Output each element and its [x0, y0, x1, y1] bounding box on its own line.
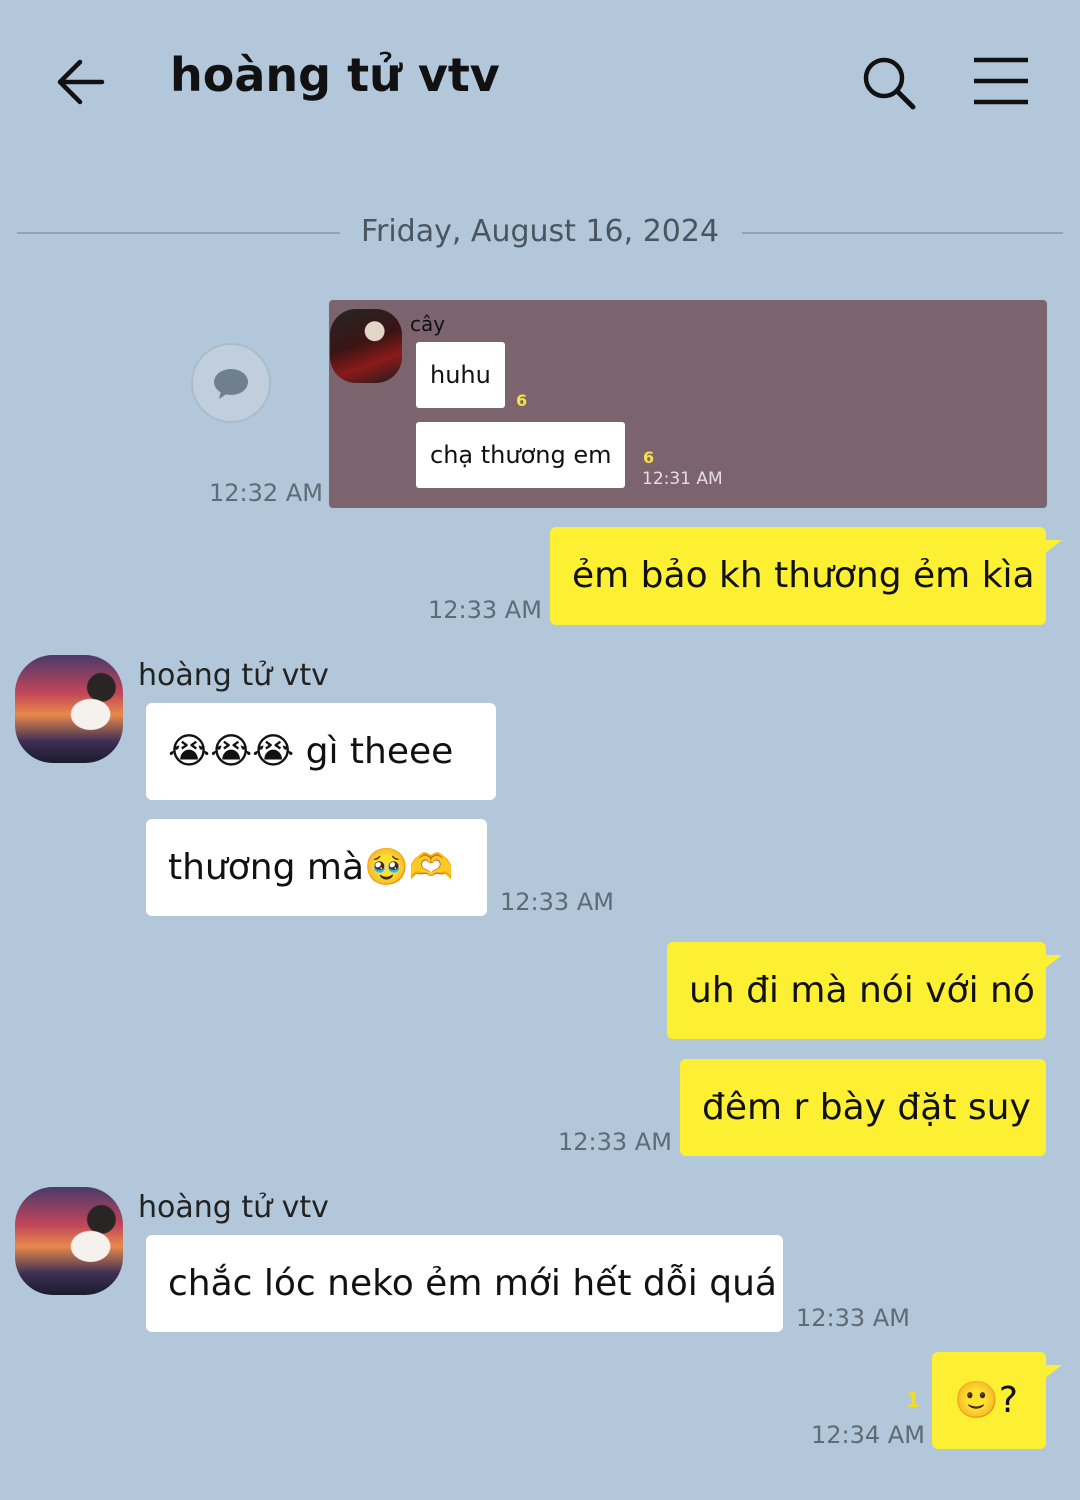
chat-title: hoàng tử vtv	[170, 48, 500, 102]
unread-count: 1	[906, 1388, 920, 1412]
search-icon	[863, 57, 916, 110]
forwarded-bubble[interactable]: chạ thương em	[416, 422, 626, 488]
their-message-bubble[interactable]: 😭😭😭 gì theee	[146, 703, 496, 800]
forwarded-bubble[interactable]: huhu	[416, 342, 505, 408]
my-message-bubble[interactable]: ẻm bảo kh thương ẻm kìa	[550, 527, 1046, 625]
menu-icon	[974, 57, 1028, 105]
divider-left	[17, 232, 340, 234]
timestamp: 12:33 AM	[558, 1128, 672, 1156]
share-button[interactable]	[191, 343, 271, 423]
their-message-bubble[interactable]: thương mà🥹🫶	[146, 819, 487, 916]
chat-bubble-icon	[214, 369, 248, 399]
timestamp: 12:33 AM	[428, 596, 542, 624]
divider-right	[742, 232, 1063, 234]
timestamp: 12:34 AM	[811, 1421, 925, 1449]
my-message-bubble[interactable]: uh đi mà nói với nó	[667, 942, 1046, 1039]
menu-button[interactable]	[970, 56, 1032, 108]
sender-name: hoàng tử vtv	[138, 1190, 329, 1225]
bubble-tail	[1044, 955, 1062, 969]
bubble-tail	[1044, 1365, 1062, 1379]
forwarded-read-count: 6	[643, 448, 655, 467]
bubble-tail	[1044, 540, 1062, 554]
sender-name: hoàng tử vtv	[138, 658, 329, 693]
contact-avatar[interactable]	[15, 1187, 123, 1295]
contact-avatar[interactable]	[15, 655, 123, 763]
my-message-bubble[interactable]: 🙂?	[932, 1352, 1046, 1449]
my-message-bubble[interactable]: đêm r bày đặt suy	[680, 1059, 1046, 1156]
date-divider: Friday, August 16, 2024	[360, 214, 720, 249]
back-arrow-icon	[57, 59, 105, 105]
timestamp: 12:33 AM	[796, 1304, 910, 1332]
timestamp: 12:32 AM	[209, 479, 323, 507]
forwarded-sender-name: cây	[410, 312, 446, 336]
back-button[interactable]	[52, 52, 112, 112]
search-button[interactable]	[858, 52, 920, 114]
timestamp: 12:33 AM	[500, 888, 614, 916]
forwarded-read-count: 6	[516, 391, 528, 410]
their-message-bubble[interactable]: chắc lóc neko ẻm mới hết dỗi quá	[146, 1235, 783, 1332]
forwarded-inner-timestamp: 12:31 AM	[642, 469, 723, 489]
forwarded-sender-avatar[interactable]	[330, 309, 402, 383]
